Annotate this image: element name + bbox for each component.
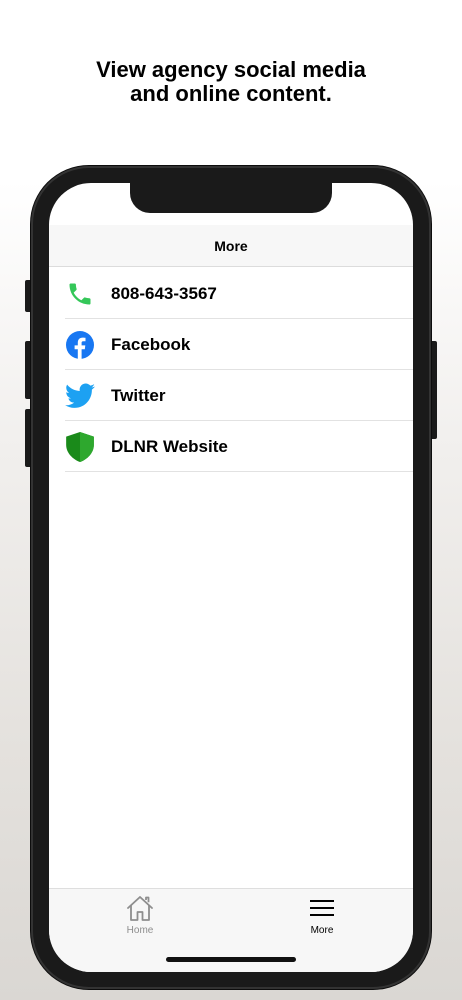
promo-headline: View agency social media and online cont… xyxy=(0,58,462,106)
shield-icon xyxy=(65,431,95,462)
tab-home[interactable]: Home xyxy=(95,893,185,936)
tab-more[interactable]: More xyxy=(277,893,367,936)
facebook-icon xyxy=(65,330,95,360)
tab-label: More xyxy=(310,925,334,936)
more-list: 808-643-3567 Facebook Twitter DLNR Websi… xyxy=(49,268,413,472)
list-item-label: DLNR Website xyxy=(111,436,228,456)
home-indicator xyxy=(166,957,296,962)
list-item-label: Twitter xyxy=(111,385,166,405)
promo-line-1: View agency social media xyxy=(96,57,366,82)
tab-label: Home xyxy=(126,925,154,936)
list-item-dlnr-website[interactable]: DLNR Website xyxy=(49,421,413,472)
navigation-bar: More xyxy=(49,225,413,267)
phone-power-button xyxy=(430,341,437,439)
list-item-phone[interactable]: 808-643-3567 xyxy=(49,268,413,319)
promo-line-2: and online content. xyxy=(130,81,332,106)
list-item-facebook[interactable]: Facebook xyxy=(49,319,413,370)
page-title: More xyxy=(214,237,248,254)
list-item-label: 808-643-3567 xyxy=(111,283,217,303)
menu-icon xyxy=(277,893,367,923)
phone-notch xyxy=(130,183,332,213)
twitter-icon xyxy=(65,381,95,411)
list-item-twitter[interactable]: Twitter xyxy=(49,370,413,421)
list-item-label: Facebook xyxy=(111,334,191,354)
home-icon xyxy=(95,893,185,923)
phone-icon xyxy=(65,279,95,309)
phone-screen: More 808-643-3567 Facebook Twitter DLNR … xyxy=(49,183,413,972)
